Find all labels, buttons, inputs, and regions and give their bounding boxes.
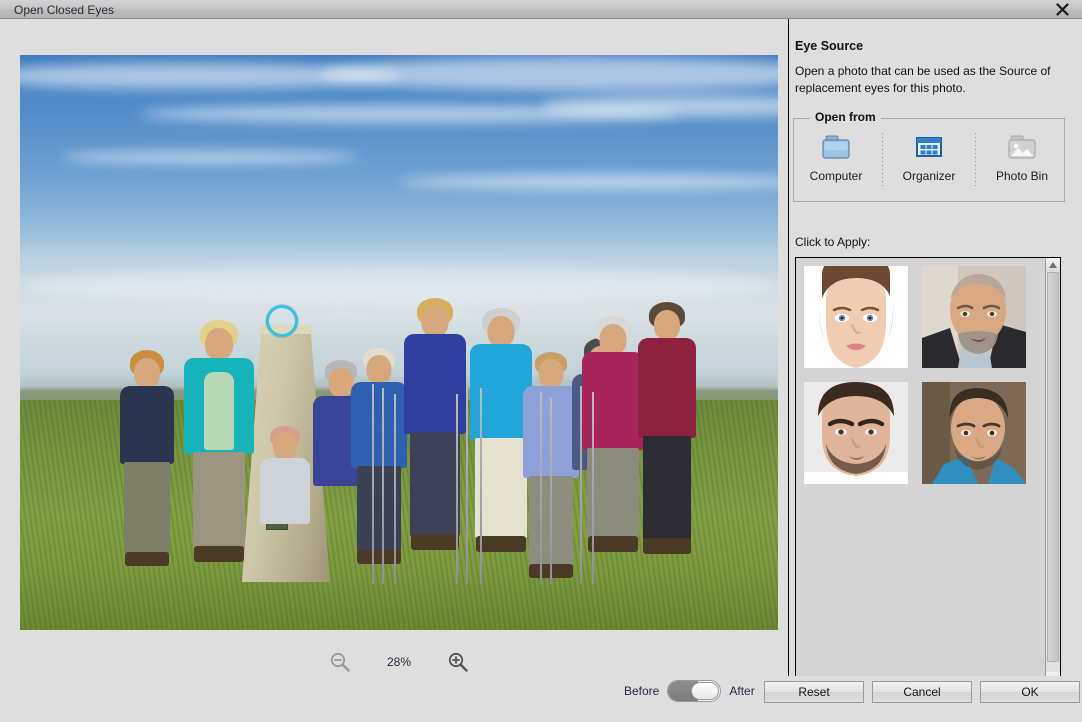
- open-from-group: Open from Computer Organizer Photo Bin: [793, 110, 1065, 202]
- zoom-out-icon[interactable]: [329, 651, 351, 673]
- scrollbar-thumb[interactable]: [1047, 272, 1059, 662]
- cloud: [60, 151, 360, 163]
- photo-icon: [1005, 131, 1039, 165]
- thumbnail-female-studio-portrait[interactable]: [804, 266, 908, 368]
- separator: [882, 133, 883, 189]
- close-icon[interactable]: [1048, 0, 1076, 18]
- dialog-footer: Before After Reset Cancel OK: [0, 676, 1082, 722]
- toggle-knob: [691, 682, 720, 700]
- folder-icon: [819, 131, 853, 165]
- reset-button[interactable]: Reset: [764, 681, 864, 703]
- zoom-in-icon[interactable]: [447, 651, 469, 673]
- cancel-button[interactable]: Cancel: [872, 681, 972, 703]
- open-from-photo-bin[interactable]: Photo Bin: [984, 131, 1060, 183]
- eye-source-thumbnail-panel: [795, 257, 1061, 687]
- after-label: After: [729, 684, 755, 698]
- eye-source-panel: Eye Source Open a photo that can be used…: [789, 19, 1082, 722]
- ok-button[interactable]: OK: [980, 681, 1080, 703]
- separator: [975, 133, 976, 189]
- people-group: [20, 284, 778, 584]
- thumbnail-man-blue-shirt-portrait[interactable]: [922, 382, 1026, 484]
- before-after-toggle-group: Before After: [624, 680, 755, 702]
- window-title: Open Closed Eyes: [14, 3, 115, 17]
- thumbnail-older-man-portrait[interactable]: [922, 266, 1026, 368]
- open-from-computer[interactable]: Computer: [798, 131, 874, 183]
- open-from-photo-bin-label: Photo Bin: [995, 169, 1049, 183]
- photo-preview[interactable]: [20, 55, 778, 630]
- open-from-computer-label: Computer: [809, 169, 863, 183]
- zoom-controls: 28%: [20, 645, 778, 679]
- before-label: Before: [624, 684, 660, 698]
- preview-area: 28%: [0, 19, 788, 722]
- person: [112, 334, 182, 584]
- person: [176, 316, 262, 584]
- scrollbar-track[interactable]: [1046, 272, 1060, 672]
- open-closed-eyes-dialog: Open Closed Eyes 28% Eye Source Open a p…: [0, 0, 1082, 722]
- panel-title: Eye Source: [795, 39, 864, 53]
- open-from-organizer[interactable]: Organizer: [891, 131, 967, 183]
- detected-face-selection[interactable]: [266, 305, 298, 337]
- dialog-buttons: Reset Cancel OK: [764, 681, 1080, 703]
- thumbnail-scrollbar[interactable]: [1045, 258, 1060, 686]
- grid-icon: [913, 131, 945, 165]
- panel-description: Open a photo that can be used as the Sou…: [795, 64, 1051, 95]
- thumbnail-grid: [804, 266, 1040, 484]
- zoom-level: 28%: [386, 655, 412, 669]
- title-bar: Open Closed Eyes: [0, 0, 1082, 19]
- person: [256, 384, 314, 584]
- click-to-apply-label: Click to Apply:: [795, 235, 871, 249]
- thumbnail-young-man-portrait[interactable]: [804, 382, 908, 484]
- open-from-legend: Open from: [810, 110, 881, 124]
- before-after-toggle[interactable]: [667, 680, 722, 702]
- scroll-up-icon[interactable]: [1046, 258, 1060, 272]
- person: [398, 298, 472, 584]
- open-from-organizer-label: Organizer: [902, 169, 956, 183]
- person: [632, 296, 702, 584]
